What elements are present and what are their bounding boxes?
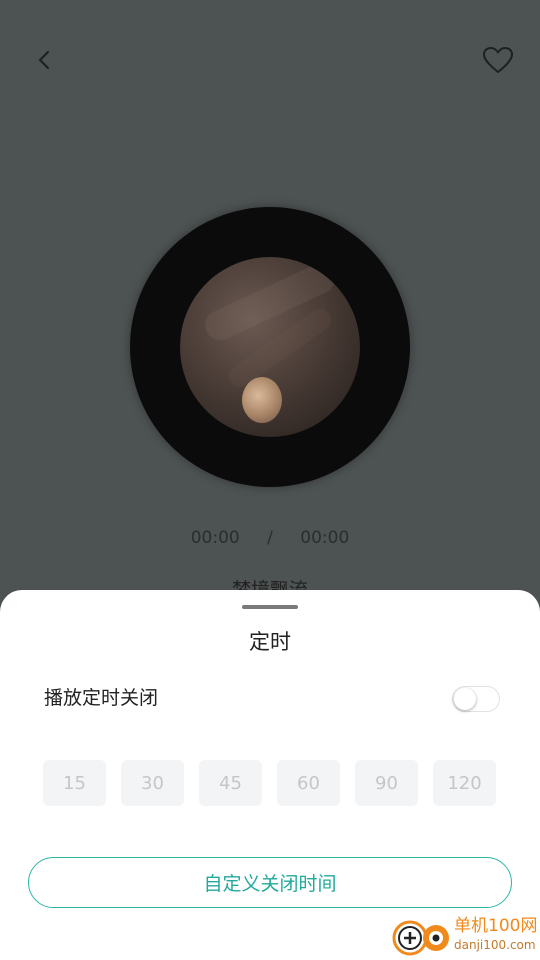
heart-outline-icon xyxy=(482,46,514,78)
sheet-drag-handle[interactable] xyxy=(242,605,298,609)
timer-bottom-sheet: 定时 播放定时关闭 15 30 45 60 90 120 自定义关闭时间 xyxy=(0,590,540,960)
preset-option[interactable]: 90 xyxy=(355,760,418,806)
timer-toggle-label: 播放定时关闭 xyxy=(44,687,159,709)
toggle-knob xyxy=(454,688,476,710)
timer-presets: 15 30 45 60 90 120 xyxy=(43,760,498,806)
chevron-left-icon xyxy=(35,49,53,75)
back-button[interactable] xyxy=(24,42,64,82)
time-separator: / xyxy=(267,528,273,548)
sheet-title: 定时 xyxy=(249,630,291,654)
preset-option[interactable]: 30 xyxy=(121,760,184,806)
album-cover-image xyxy=(180,257,360,437)
timer-toggle-switch[interactable] xyxy=(452,686,500,712)
current-time: 00:00 xyxy=(190,528,240,548)
preset-option[interactable]: 120 xyxy=(433,760,496,806)
total-time: 00:00 xyxy=(300,528,350,548)
watermark-url: danji100.com xyxy=(454,938,536,952)
preset-option[interactable]: 60 xyxy=(277,760,340,806)
favorite-button[interactable] xyxy=(476,40,520,84)
watermark-brand: 单机100网 xyxy=(454,916,538,936)
player-screen: 00:00 / 00:00 梦境飘流 定时 播放定时关闭 15 30 45 60… xyxy=(0,0,540,960)
preset-option[interactable]: 45 xyxy=(199,760,262,806)
playback-time: 00:00 / 00:00 xyxy=(0,528,540,548)
preset-option[interactable]: 15 xyxy=(43,760,106,806)
watermark-logo-icon xyxy=(390,916,454,956)
site-watermark: 单机100网 danji100.com xyxy=(388,910,538,958)
album-disc xyxy=(130,207,410,487)
custom-close-time-button[interactable]: 自定义关闭时间 xyxy=(28,857,512,908)
